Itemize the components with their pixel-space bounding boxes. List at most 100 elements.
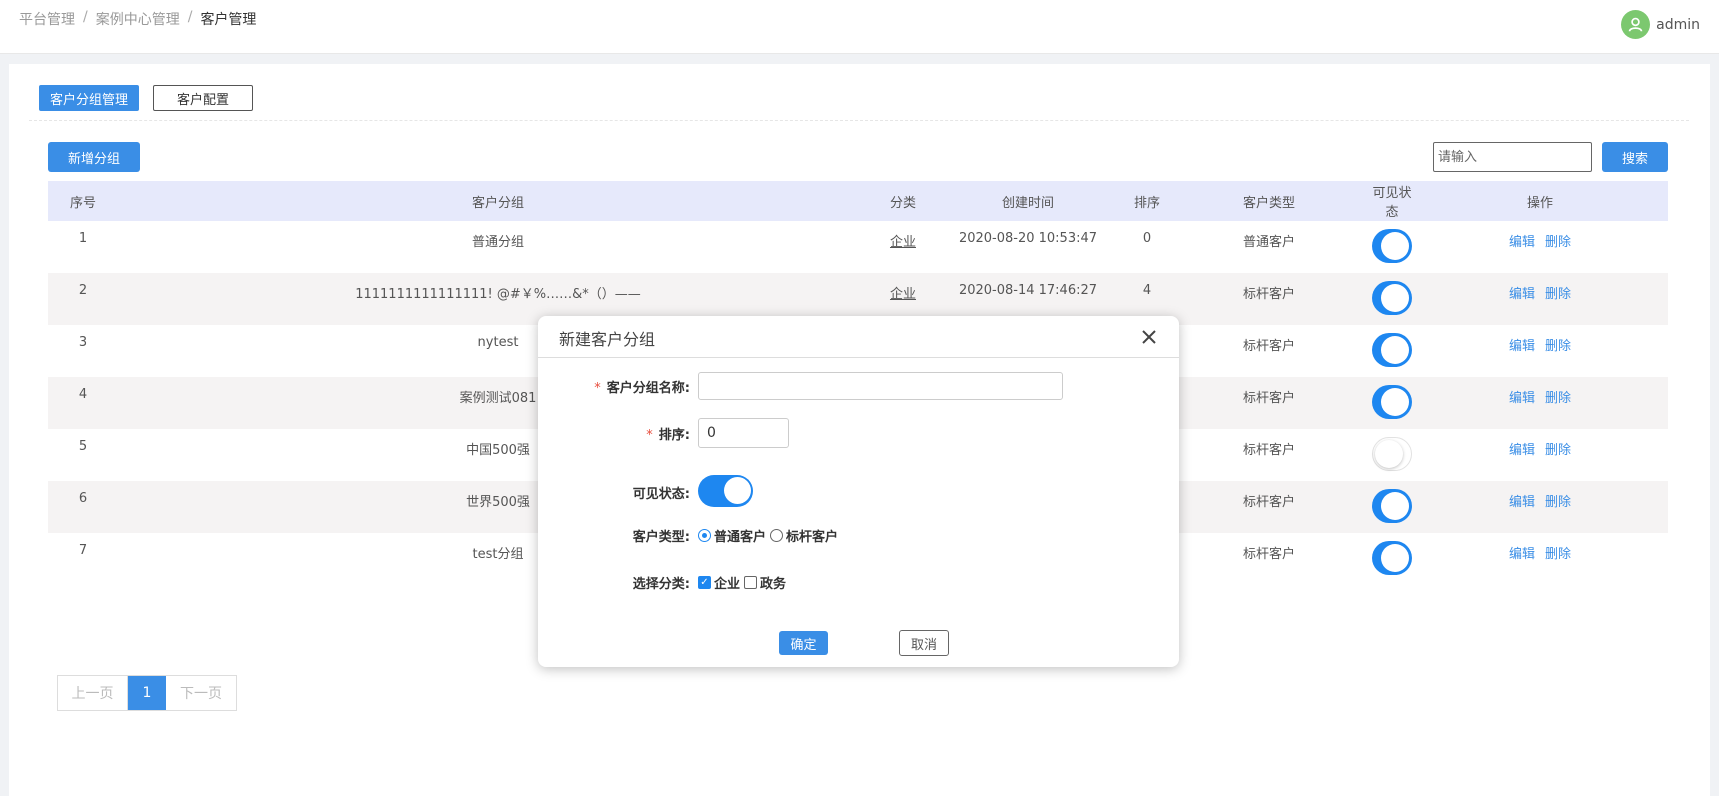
checkbox-option-government[interactable]: 政务 [744,573,786,592]
breadcrumb-item-case-center[interactable]: 案例中心管理 [96,9,180,29]
visible-toggle[interactable] [1372,489,1412,523]
search-button[interactable]: 搜索 [1602,142,1668,172]
edit-link[interactable]: 编辑 [1509,439,1535,458]
checkbox[interactable] [744,576,758,589]
cell-category[interactable]: 企业 [890,287,916,302]
toggle-knob [1381,544,1409,572]
edit-link[interactable]: 编辑 [1509,335,1535,354]
cell-no: 1 [78,231,88,246]
column-header-sort: 排序 [1133,195,1160,211]
cell-type: 标杆客户 [1242,443,1295,458]
delete-link[interactable]: 删除 [1545,231,1571,250]
breadcrumb-separator: / [83,9,88,25]
required-mark: * [594,380,601,396]
column-header-ops: 操作 [1526,195,1553,211]
cell-no: 3 [78,335,88,350]
search-input[interactable] [1433,142,1592,172]
cancel-button[interactable]: 取消 [899,630,949,656]
form-row-type: 客户类型: 普通客户 标杆客户 [538,526,842,545]
type-label: 客户类型: [632,530,690,545]
cell-no: 4 [78,387,88,402]
cell-group: 1111111111111111! @#￥%……&*（）—— [355,287,641,302]
form-row-name: * 客户分组名称: [538,372,1063,400]
cell-no: 7 [78,543,88,558]
edit-link[interactable]: 编辑 [1509,283,1535,302]
prev-page-button[interactable]: 上一页 [58,676,128,710]
tab-customer-config[interactable]: 客户配置 [153,85,254,111]
group-name-input[interactable] [698,372,1063,400]
page-number-current[interactable]: 1 [128,676,166,710]
form-row-sort: * 排序: [538,418,789,448]
delete-link[interactable]: 删除 [1545,439,1571,458]
visible-label: 可见状态: [632,486,690,502]
category-label: 选择分类: [632,577,690,592]
radio-button[interactable] [770,529,784,542]
avatar[interactable] [1621,10,1651,39]
cell-created: 2020-08-20 10:53:47 [958,231,1098,246]
tab-bar: 客户分组管理 客户配置 [39,85,254,111]
visible-toggle[interactable] [1372,541,1412,575]
sort-input[interactable] [698,418,789,448]
column-header-category: 分类 [889,195,916,211]
user-menu[interactable]: admin [1621,10,1700,39]
visible-toggle[interactable] [1372,437,1412,471]
required-mark: * [646,427,653,443]
visible-toggle[interactable] [698,475,753,507]
toggle-knob [1381,232,1409,260]
name-label: 客户分组名称: [606,380,690,396]
pagination: 上一页 1 下一页 [57,675,237,711]
delete-link[interactable]: 删除 [1545,335,1571,354]
visible-toggle[interactable] [1372,333,1412,367]
close-icon[interactable] [1139,327,1159,347]
edit-link[interactable]: 编辑 [1509,543,1535,562]
form-row-category: 选择分类: ✓ 企业 政务 [538,573,790,592]
next-page-button[interactable]: 下一页 [166,676,236,710]
edit-link[interactable]: 编辑 [1509,231,1535,250]
column-header-no: 序号 [69,195,96,211]
cell-sort: 0 [1142,231,1152,246]
breadcrumb-separator: / [187,9,193,25]
divider [29,120,1689,121]
form-row-visible: 可见状态: [538,475,753,507]
cell-category[interactable]: 企业 [890,235,916,250]
cell-type: 标杆客户 [1242,339,1295,354]
cell-type: 标杆客户 [1242,391,1295,406]
radio-button[interactable] [698,529,711,542]
cell-group: 普通分组 [471,235,524,250]
cell-created: 2020-08-14 17:46:27 [958,283,1098,298]
breadcrumb-item-platform[interactable]: 平台管理 [19,9,75,29]
checkbox[interactable]: ✓ [698,576,711,589]
add-group-button[interactable]: 新增分组 [48,142,140,172]
visible-toggle[interactable] [1372,385,1412,419]
visible-toggle[interactable] [1372,229,1412,263]
checkbox-option-enterprise[interactable]: ✓ 企业 [698,573,740,592]
column-header-group: 客户分组 [471,195,524,211]
column-header-visible: 可见状态 [1372,186,1412,220]
radio-option-benchmark[interactable]: 标杆客户 [770,526,838,545]
toggle-knob [1381,492,1409,520]
new-group-dialog: 新建客户分组 * 客户分组名称: * 排序: 可见状态: 客户类型: 普通客户 标杆… [538,316,1179,667]
column-header-created: 创建时间 [1001,195,1054,211]
edit-link[interactable]: 编辑 [1509,387,1535,406]
cell-type: 标杆客户 [1242,495,1295,510]
username[interactable]: admin [1656,17,1700,33]
delete-link[interactable]: 删除 [1545,543,1571,562]
breadcrumb: 平台管理 / 案例中心管理 / 客户管理 [19,9,256,29]
delete-link[interactable]: 删除 [1545,283,1571,302]
edit-link[interactable]: 编辑 [1509,491,1535,510]
radio-option-normal[interactable]: 普通客户 [698,526,766,545]
delete-link[interactable]: 删除 [1545,387,1571,406]
cell-no: 6 [78,491,88,506]
dialog-header: 新建客户分组 [538,316,1179,358]
tab-customer-group[interactable]: 客户分组管理 [39,85,140,111]
top-bar: 平台管理 / 案例中心管理 / 客户管理 admin [0,0,1719,54]
toggle-knob [1375,440,1403,468]
visible-toggle[interactable] [1372,281,1412,315]
table-row: 1 普通分组 企业 2020-08-20 10:53:47 0 普通客户 编辑 删除 [48,221,1668,273]
delete-link[interactable]: 删除 [1545,491,1571,510]
cell-sort: 4 [1142,283,1152,298]
cell-type: 普通客户 [1242,235,1295,250]
cell-type: 标杆客户 [1242,287,1295,302]
toggle-knob [724,477,751,504]
confirm-button[interactable]: 确定 [779,631,828,655]
